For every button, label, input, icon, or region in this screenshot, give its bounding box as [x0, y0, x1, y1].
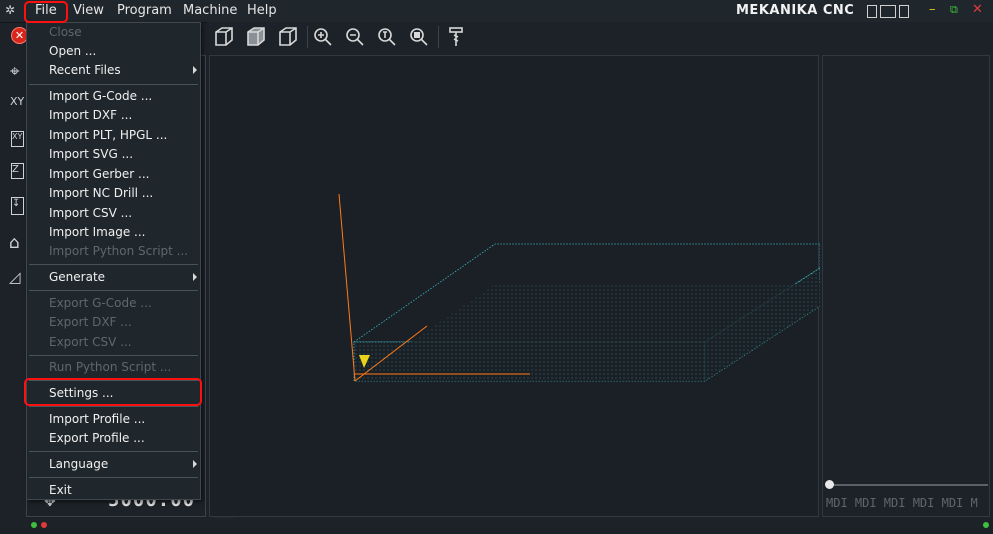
menu-item-import-python-script: Import Python Script ... — [49, 244, 189, 258]
menu-item-import-gerber[interactable]: Import Gerber ... — [49, 165, 149, 183]
file-menu-dropdown: Close Open ... Recent Files Import G-Cod… — [26, 22, 201, 500]
menu-item-export-csv: Export CSV ... — [49, 335, 132, 349]
view-iso-icon[interactable] — [212, 25, 236, 49]
tool-icon[interactable] — [444, 25, 468, 49]
menu-item-import-profile[interactable]: Import Profile ... — [49, 410, 145, 428]
menu-item-import-gcode[interactable]: Import G-Code ... — [49, 87, 152, 105]
highlight-settings-item — [24, 378, 202, 406]
menu-separator — [29, 84, 198, 85]
menu-item-exit[interactable]: Exit — [49, 481, 72, 499]
menu-program[interactable]: Program — [117, 0, 172, 22]
status-led-right — [983, 522, 989, 528]
view-front-icon[interactable] — [276, 25, 300, 49]
menu-item-run-python-script: Run Python Script ... — [49, 360, 172, 374]
mdi-input[interactable]: MDI MDI MDI MDI MDI M — [826, 496, 992, 510]
menu-help[interactable]: Help — [247, 0, 277, 22]
menu-separator — [29, 406, 198, 407]
layout-one-icon[interactable] — [867, 5, 877, 18]
menu-item-open[interactable]: Open ... — [49, 42, 96, 60]
right-panel — [822, 55, 990, 517]
submenu-arrow-icon — [193, 273, 197, 281]
axis-z-line — [338, 193, 356, 382]
menu-item-language[interactable]: Language — [49, 455, 108, 473]
view-top-icon[interactable] — [244, 25, 268, 49]
menu-bar: ✲ File View Program Machine Help MEKANIK… — [0, 0, 993, 23]
zoom-in-icon[interactable] — [311, 25, 335, 49]
menu-item-recent-files[interactable]: Recent Files — [49, 61, 121, 79]
menu-item-export-gcode: Export G-Code ... — [49, 296, 152, 310]
layout-two-icon[interactable] — [880, 5, 896, 18]
menu-item-generate[interactable]: Generate — [49, 268, 105, 286]
layout-three-icon[interactable] — [899, 5, 909, 18]
app-title: MEKANIKA CNC — [736, 3, 855, 18]
app-logo-icon: ✲ — [5, 3, 16, 17]
feed-slider-track[interactable] — [828, 484, 988, 486]
menu-item-import-csv[interactable]: Import CSV ... — [49, 204, 132, 222]
menu-separator — [29, 355, 198, 356]
menu-item-import-image[interactable]: Import Image ... — [49, 223, 145, 241]
set-xy-icon[interactable]: XY — [11, 131, 24, 147]
zoom-fit-icon[interactable] — [375, 25, 399, 49]
menu-item-import-nc-drill[interactable]: Import NC Drill ... — [49, 184, 153, 202]
set-z-icon[interactable]: Z — [11, 163, 24, 179]
menu-separator — [29, 264, 198, 265]
status-led-red — [41, 522, 47, 528]
menu-separator — [29, 477, 198, 478]
toolbar-separator — [307, 26, 308, 48]
zoom-out-icon[interactable] — [343, 25, 367, 49]
menu-item-import-svg[interactable]: Import SVG ... — [49, 145, 133, 163]
submenu-arrow-icon — [193, 66, 197, 74]
feed-slider-knob[interactable] — [825, 480, 834, 489]
3d-scene — [338, 193, 820, 382]
menu-separator — [29, 451, 198, 452]
stock-box — [352, 243, 820, 382]
menu-separator — [29, 290, 198, 291]
3d-view[interactable] — [209, 55, 820, 517]
zoom-extents-icon[interactable] — [407, 25, 431, 49]
submenu-arrow-icon — [193, 460, 197, 468]
menu-machine[interactable]: Machine — [183, 0, 237, 22]
toolbar-separator — [438, 26, 439, 48]
minimize-icon[interactable]: – — [929, 3, 936, 17]
restore-icon[interactable]: ⧉ — [950, 3, 958, 17]
left-tool-column: ⌖ XY XY Z ↧ ⌂ ◿ — [3, 55, 27, 515]
view-toolbar — [207, 22, 993, 52]
menu-item-import-plt[interactable]: Import PLT, HPGL ... — [49, 126, 167, 144]
status-led-green — [31, 522, 37, 528]
menu-item-export-profile[interactable]: Export Profile ... — [49, 429, 145, 447]
probe-icon[interactable]: ↧ — [11, 197, 24, 215]
menu-view[interactable]: View — [73, 0, 104, 22]
menu-item-export-dxf: Export DXF ... — [49, 315, 132, 329]
menu-item-import-dxf[interactable]: Import DXF ... — [49, 106, 132, 124]
highlight-file-menu — [24, 1, 68, 23]
close-icon[interactable]: ✕ — [972, 3, 983, 17]
menu-item-close: Close — [49, 25, 82, 39]
